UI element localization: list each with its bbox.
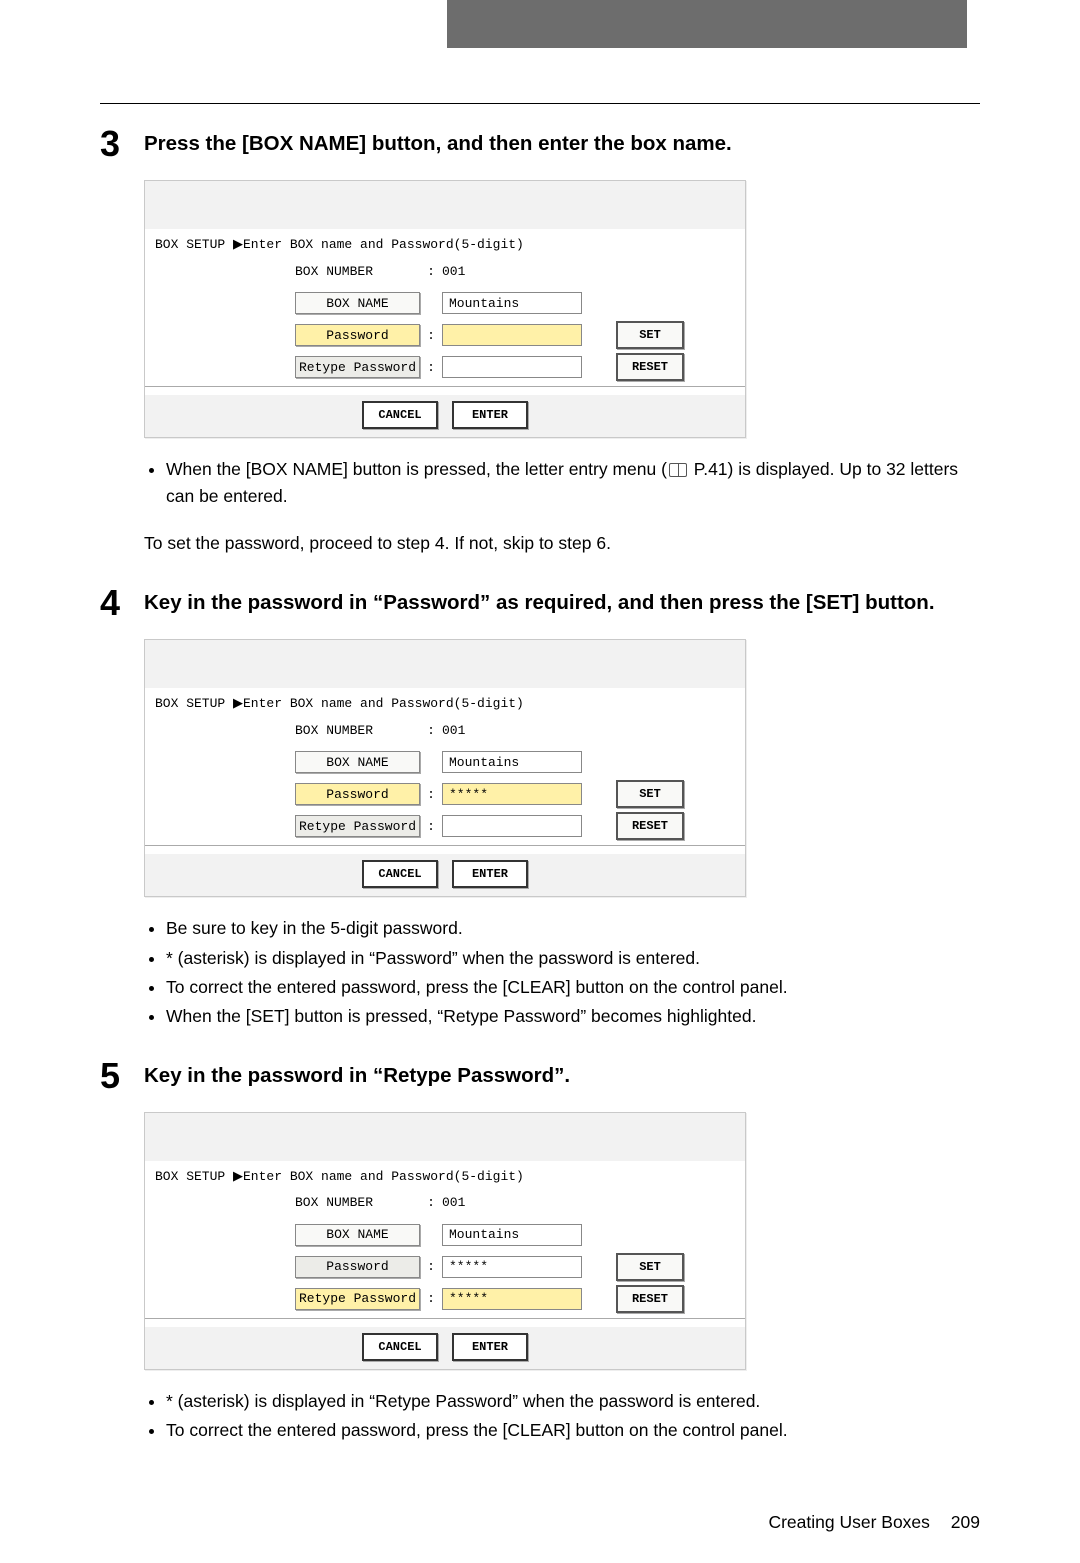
page-footer: Creating User Boxes 209 xyxy=(0,1512,980,1533)
screenshot-box-setup: BOX SETUP ▶Enter BOX name and Password(5… xyxy=(144,180,746,438)
box-name-field[interactable]: Mountains xyxy=(442,751,582,773)
box-number-value: 001 xyxy=(442,264,582,279)
step-3: 3 Press the [BOX NAME] button, and then … xyxy=(100,126,980,557)
set-button[interactable]: SET xyxy=(616,321,684,349)
password-field[interactable]: ***** xyxy=(442,1256,582,1278)
step-4: 4 Key in the password in “Password” as r… xyxy=(100,585,980,1030)
screen-titlebar xyxy=(145,181,745,229)
note-paragraph: To set the password, proceed to step 4. … xyxy=(144,530,980,557)
screen-titlebar xyxy=(145,640,745,688)
screen-hint: BOX SETUP ▶Enter BOX name and Password(5… xyxy=(155,1169,735,1184)
box-number-label: BOX NUMBER xyxy=(295,1195,420,1210)
password-field[interactable] xyxy=(442,324,582,346)
step-number: 3 xyxy=(100,126,144,162)
screenshot-box-setup: BOX SETUP ▶Enter BOX name and Password(5… xyxy=(144,1112,746,1370)
retype-password-field[interactable]: ***** xyxy=(442,1288,582,1310)
reset-button[interactable]: RESET xyxy=(616,1285,684,1313)
footer-section: Creating User Boxes xyxy=(768,1512,929,1532)
step-number: 4 xyxy=(100,585,144,621)
step-title: Key in the password in “Password” as req… xyxy=(144,585,935,618)
retype-password-field[interactable] xyxy=(442,356,582,378)
note-item: To correct the entered password, press t… xyxy=(166,974,980,1001)
enter-button[interactable]: ENTER xyxy=(452,1333,528,1361)
box-number-label: BOX NUMBER xyxy=(295,723,420,738)
reset-button[interactable]: RESET xyxy=(616,353,684,381)
set-button[interactable]: SET xyxy=(616,780,684,808)
box-name-button[interactable]: BOX NAME xyxy=(295,292,420,314)
cancel-button[interactable]: CANCEL xyxy=(362,401,438,429)
step-5: 5 Key in the password in “Retype Passwor… xyxy=(100,1058,980,1444)
note-item: * (asterisk) is displayed in “Password” … xyxy=(166,945,980,972)
box-number-label: BOX NUMBER xyxy=(295,264,420,279)
enter-button[interactable]: ENTER xyxy=(452,401,528,429)
screenshot-box-setup: BOX SETUP ▶Enter BOX name and Password(5… xyxy=(144,639,746,897)
header-shade xyxy=(447,0,967,48)
retype-password-button[interactable]: Retype Password xyxy=(295,815,420,837)
note-item: * (asterisk) is displayed in “Retype Pas… xyxy=(166,1388,980,1415)
box-name-button[interactable]: BOX NAME xyxy=(295,751,420,773)
step-title: Press the [BOX NAME] button, and then en… xyxy=(144,126,732,159)
box-number-value: 001 xyxy=(442,723,582,738)
cancel-button[interactable]: CANCEL xyxy=(362,1333,438,1361)
book-icon xyxy=(669,463,687,477)
reset-button[interactable]: RESET xyxy=(616,812,684,840)
step-number: 5 xyxy=(100,1058,144,1094)
password-field[interactable]: ***** xyxy=(442,783,582,805)
page-content: 3 Press the [BOX NAME] button, and then … xyxy=(100,103,980,1444)
note-item: When the [SET] button is pressed, “Retyp… xyxy=(166,1003,980,1030)
retype-password-field[interactable] xyxy=(442,815,582,837)
retype-password-button[interactable]: Retype Password xyxy=(295,356,420,378)
password-button[interactable]: Password xyxy=(295,783,420,805)
note-item: To correct the entered password, press t… xyxy=(166,1417,980,1444)
step-title: Key in the password in “Retype Password”… xyxy=(144,1058,570,1091)
box-name-button[interactable]: BOX NAME xyxy=(295,1224,420,1246)
cancel-button[interactable]: CANCEL xyxy=(362,860,438,888)
enter-button[interactable]: ENTER xyxy=(452,860,528,888)
screen-titlebar xyxy=(145,1113,745,1161)
box-number-value: 001 xyxy=(442,1195,582,1210)
password-button[interactable]: Password xyxy=(295,1256,420,1278)
note-item: Be sure to key in the 5-digit password. xyxy=(166,915,980,942)
box-name-field[interactable]: Mountains xyxy=(442,1224,582,1246)
note-item: When the [BOX NAME] button is pressed, t… xyxy=(166,456,980,510)
footer-page-number: 209 xyxy=(951,1512,980,1532)
box-name-field[interactable]: Mountains xyxy=(442,292,582,314)
set-button[interactable]: SET xyxy=(616,1253,684,1281)
screen-hint: BOX SETUP ▶Enter BOX name and Password(5… xyxy=(155,237,735,252)
retype-password-button[interactable]: Retype Password xyxy=(295,1288,420,1310)
password-button[interactable]: Password xyxy=(295,324,420,346)
screen-hint: BOX SETUP ▶Enter BOX name and Password(5… xyxy=(155,696,735,711)
